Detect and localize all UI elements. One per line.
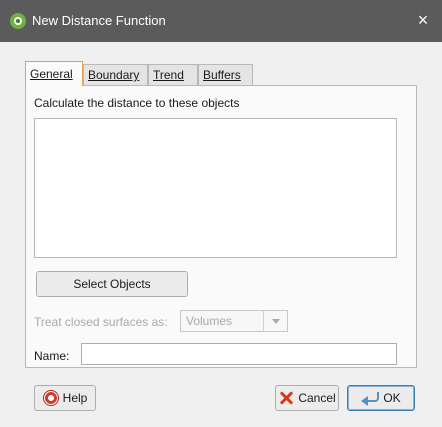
tab-boundary[interactable]: Boundary xyxy=(83,64,148,85)
cancel-label: Cancel xyxy=(298,391,336,405)
tab-trend-label: Trend xyxy=(153,68,184,82)
select-objects-button[interactable]: Select Objects xyxy=(36,271,188,297)
title-bar: New Distance Function × xyxy=(0,0,442,42)
ok-label: OK xyxy=(383,391,401,405)
tab-general-label: General xyxy=(30,67,73,81)
objects-list[interactable] xyxy=(34,118,397,258)
treat-closed-surfaces-value: Volumes xyxy=(186,314,233,328)
help-label: Help xyxy=(62,391,88,405)
treat-closed-surfaces-label: Treat closed surfaces as: xyxy=(34,315,168,329)
ok-button[interactable]: OK xyxy=(347,385,415,411)
window-title: New Distance Function xyxy=(32,13,166,28)
cancel-button[interactable]: Cancel xyxy=(275,385,339,411)
tab-boundary-label: Boundary xyxy=(88,68,140,82)
close-icon[interactable]: × xyxy=(412,9,434,31)
name-label: Name: xyxy=(34,349,70,363)
select-objects-label: Select Objects xyxy=(73,277,151,291)
tab-general[interactable]: General xyxy=(25,61,83,86)
objects-label: Calculate the distance to these objects xyxy=(34,96,240,110)
tab-buffers-label: Buffers xyxy=(203,68,241,82)
ok-arrow-icon xyxy=(361,391,380,406)
treat-closed-surfaces-select[interactable]: Volumes xyxy=(180,310,288,332)
help-button[interactable]: Help xyxy=(34,385,96,411)
general-panel: Calculate the distance to these objects … xyxy=(25,85,417,368)
tab-buffers[interactable]: Buffers xyxy=(198,64,253,85)
name-field[interactable] xyxy=(81,343,397,365)
chevron-down-icon xyxy=(272,319,280,324)
combo-divider xyxy=(263,311,264,331)
app-icon xyxy=(10,13,26,29)
tab-trend[interactable]: Trend xyxy=(148,64,198,85)
cancel-x-icon xyxy=(278,390,294,406)
lifebuoy-icon xyxy=(42,390,59,406)
